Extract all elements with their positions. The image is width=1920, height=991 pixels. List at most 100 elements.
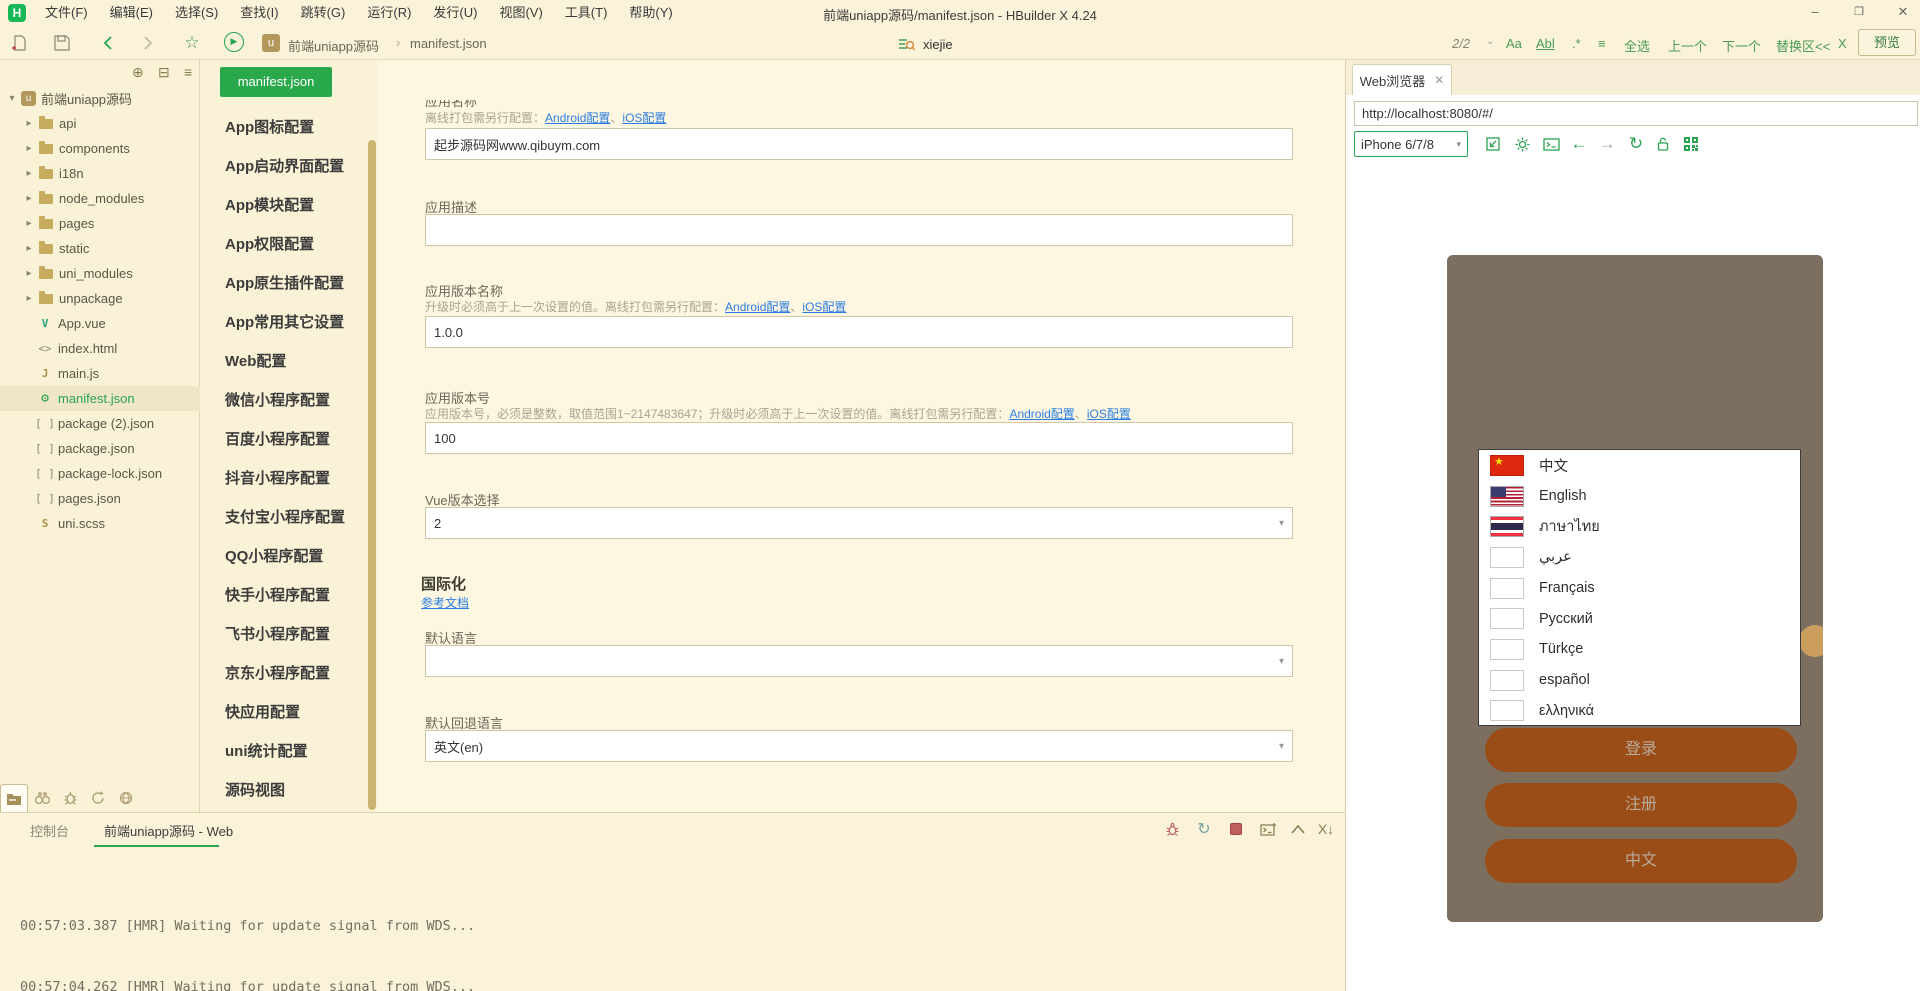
vue-version-select[interactable]: 2 ▾ [425, 507, 1293, 539]
app-desc-input[interactable] [425, 214, 1293, 246]
language-item-turkish[interactable]: Türkçe [1479, 634, 1800, 665]
menu-publish[interactable]: 发行(U) [422, 0, 488, 26]
detach-window-icon[interactable] [1482, 133, 1504, 155]
breadcrumb-file[interactable]: manifest.json [410, 36, 487, 51]
tree-item-file[interactable]: J main.js [0, 361, 200, 386]
forward-icon[interactable] [138, 33, 158, 53]
locate-file-icon[interactable]: ⊕ [132, 64, 144, 81]
regex-toggle[interactable]: .* [1572, 36, 1581, 51]
default-lang-select[interactable]: ▾ [425, 645, 1293, 677]
search-input[interactable]: xiejie [898, 33, 1128, 55]
chevron-right-icon[interactable]: ▸ [23, 193, 35, 204]
menu-file[interactable]: 文件(F) [34, 0, 99, 26]
tree-item-folder[interactable]: ▸ uni_modules [0, 261, 200, 286]
tree-item-file[interactable]: [ ] pages.json [0, 486, 200, 511]
tree-item-file[interactable]: [ ] package.json [0, 436, 200, 461]
whole-word-toggle[interactable]: Abl [1536, 36, 1555, 51]
minimize-button[interactable]: – [1798, 0, 1832, 24]
tree-item-file[interactable]: <> index.html [0, 336, 200, 361]
search-view-tab[interactable] [28, 784, 56, 812]
tree-item-file[interactable]: S uni.scss [0, 511, 200, 536]
nav-source-view[interactable]: 源码视图 [200, 771, 377, 810]
collapse-panel-icon[interactable] [1288, 819, 1308, 839]
menu-help[interactable]: 帮助(Y) [618, 0, 683, 26]
language-item-spanish[interactable]: español [1479, 665, 1800, 696]
language-item-english[interactable]: English [1479, 481, 1800, 512]
ios-config-link[interactable]: iOS配置 [802, 300, 846, 314]
nav-web-config[interactable]: Web配置 [200, 342, 377, 381]
nav-quickapp-config[interactable]: 快应用配置 [200, 693, 377, 732]
star-icon[interactable]: ☆ [182, 33, 202, 53]
nav-uni-stats-config[interactable]: uni统计配置 [200, 732, 377, 771]
nav-feishu-mp-config[interactable]: 飞书小程序配置 [200, 615, 377, 654]
debug-view-tab[interactable] [56, 784, 84, 812]
nav-baidu-mp-config[interactable]: 百度小程序配置 [200, 420, 377, 459]
stop-icon[interactable] [1226, 819, 1246, 839]
match-case-toggle[interactable]: Aa [1506, 36, 1522, 51]
multiline-toggle[interactable]: ≡ [1598, 36, 1606, 51]
tree-item-file[interactable]: [ ] package-lock.json [0, 461, 200, 486]
device-select[interactable]: iPhone 6/7/8 ▾ [1354, 131, 1468, 157]
files-view-tab[interactable] [0, 784, 28, 812]
version-code-input[interactable] [425, 422, 1293, 454]
menu-find[interactable]: 查找(I) [229, 0, 289, 26]
nav-kuaishou-mp-config[interactable]: 快手小程序配置 [200, 576, 377, 615]
nav-app-permission-config[interactable]: App权限配置 [200, 225, 377, 264]
tree-item-file[interactable]: [ ] package (2).json [0, 411, 200, 436]
tree-item-project-root[interactable]: ▾ u 前端uniapp源码 [0, 86, 200, 111]
refresh-icon[interactable]: ↻ [1625, 133, 1647, 155]
web-browser-tab[interactable]: Web浏览器 ✕ [1352, 64, 1452, 95]
nav-jd-mp-config[interactable]: 京东小程序配置 [200, 654, 377, 693]
prev-match-button[interactable]: 上一个 [1668, 36, 1707, 55]
chevron-right-icon[interactable]: ▸ [23, 218, 35, 229]
chevron-right-icon[interactable]: ▸ [23, 268, 35, 279]
menu-run[interactable]: 运行(R) [356, 0, 422, 26]
menu-view[interactable]: 视图(V) [488, 0, 553, 26]
new-file-icon[interactable] [10, 33, 30, 53]
tree-item-folder[interactable]: ▸ i18n [0, 161, 200, 186]
android-config-link[interactable]: Android配置 [725, 300, 790, 314]
collapse-all-icon[interactable]: ⊟ [158, 64, 170, 81]
gear-icon[interactable] [1511, 133, 1533, 155]
ios-config-link[interactable]: iOS配置 [622, 111, 666, 125]
form-scrollbar[interactable] [368, 140, 376, 810]
nav-douyin-mp-config[interactable]: 抖音小程序配置 [200, 459, 377, 498]
language-item-thai[interactable]: ภาษาไทย [1479, 511, 1800, 542]
manifest-json-tab[interactable]: manifest.json [220, 67, 332, 97]
chevron-right-icon[interactable]: ▸ [23, 143, 35, 154]
fallback-lang-select[interactable]: 英文(en) ▾ [425, 730, 1293, 762]
clear-console-icon[interactable]: X↓ [1316, 819, 1336, 839]
nav-app-launch-config[interactable]: App启动界面配置 [200, 147, 377, 186]
tree-item-folder[interactable]: ▸ components [0, 136, 200, 161]
back-icon[interactable] [98, 33, 118, 53]
tree-item-file[interactable]: V App.vue [0, 311, 200, 336]
console-tab[interactable]: 控制台 [30, 821, 69, 840]
breadcrumb-project[interactable]: 前端uniapp源码 [288, 36, 379, 55]
nav-app-native-plugin-config[interactable]: App原生插件配置 [200, 264, 377, 303]
close-icon[interactable]: ✕ [1434, 73, 1444, 87]
nav-back-icon[interactable]: ← [1568, 133, 1590, 155]
menu-edit[interactable]: 编辑(E) [99, 0, 164, 26]
chevron-right-icon[interactable]: ▸ [23, 118, 35, 129]
nav-app-icon-config[interactable]: App图标配置 [200, 108, 377, 147]
panel-menu-icon[interactable]: ≡ [184, 64, 192, 80]
save-icon[interactable] [52, 33, 72, 53]
floating-language-button[interactable] [1799, 625, 1823, 657]
tree-item-folder[interactable]: ▸ node_modules [0, 186, 200, 211]
menu-select[interactable]: 选择(S) [164, 0, 229, 26]
chevron-down-icon[interactable]: ⌄ [1486, 36, 1494, 47]
language-item-greek[interactable]: ελληνικά [1479, 696, 1800, 727]
new-terminal-icon[interactable] [1258, 819, 1278, 839]
android-config-link[interactable]: Android配置 [545, 111, 610, 125]
tree-item-folder[interactable]: ▸ pages [0, 211, 200, 236]
chevron-down-icon[interactable]: ▾ [6, 93, 18, 104]
web-view-tab[interactable] [112, 784, 140, 812]
version-name-input[interactable] [425, 316, 1293, 348]
debug-bug-icon[interactable] [1162, 819, 1182, 839]
chevron-right-icon[interactable]: ▸ [23, 293, 35, 304]
language-item-arabic[interactable]: عربي [1479, 542, 1800, 573]
select-all-matches-button[interactable]: 全选 [1624, 36, 1650, 55]
tree-item-file-selected[interactable]: ⚙ manifest.json [0, 386, 200, 411]
terminal-icon[interactable] [1540, 133, 1562, 155]
chevron-right-icon[interactable]: ▸ [23, 243, 35, 254]
